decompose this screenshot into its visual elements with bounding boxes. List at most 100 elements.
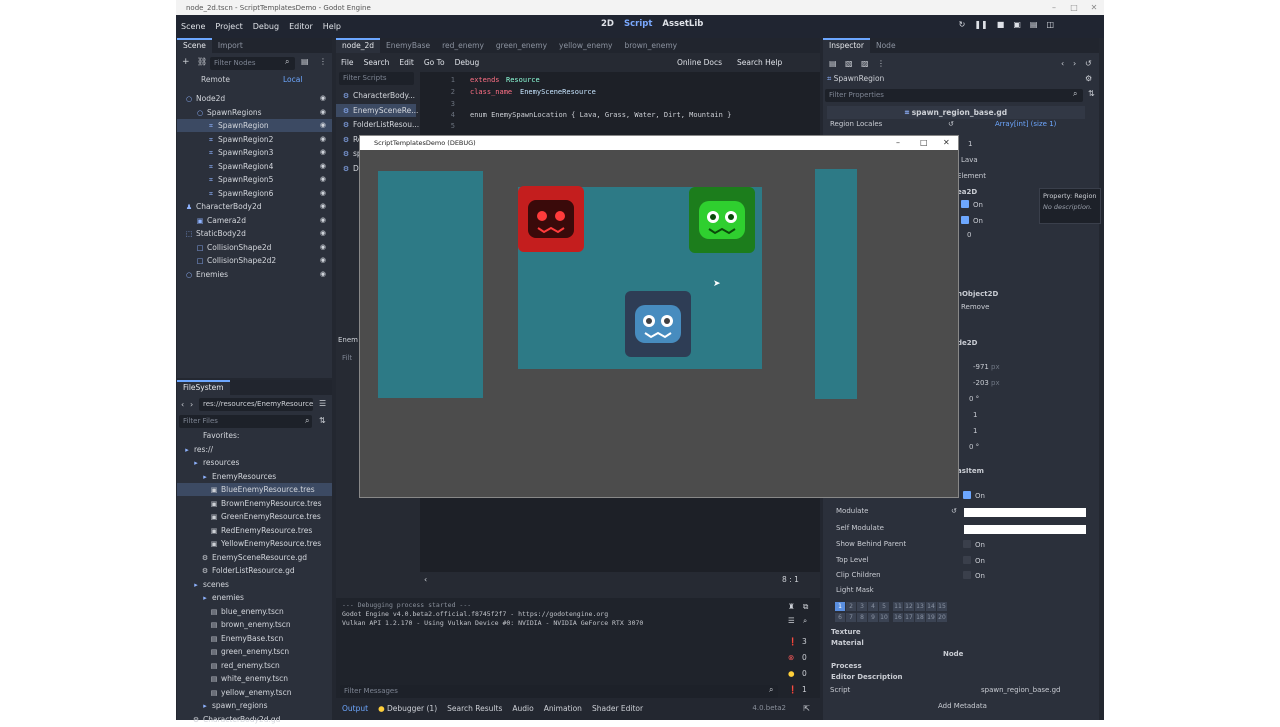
self-modulate-color[interactable] xyxy=(964,525,1086,534)
light-layer-cell[interactable]: 20 xyxy=(937,613,947,622)
visibility-icon[interactable]: ◉ xyxy=(320,173,326,186)
position-y[interactable]: -203 xyxy=(973,379,989,387)
open-resource-icon[interactable]: ▧ xyxy=(845,59,853,68)
disable-mode-select[interactable]: Remove xyxy=(961,303,989,311)
script-list-item[interactable]: ⚙ FolderListResou... xyxy=(336,118,419,131)
revert-icon[interactable]: ↺ xyxy=(948,120,954,128)
menu-dots-icon[interactable]: ⋮ xyxy=(877,59,885,68)
scene-node[interactable]: ⌗ SpawnRegion3 ◉ xyxy=(177,146,332,159)
scene-node[interactable]: ○ Enemies ◉ xyxy=(177,268,332,281)
movie-icon[interactable]: ◫ xyxy=(1046,20,1054,29)
visibility-icon[interactable]: ◉ xyxy=(320,214,326,227)
search-icon[interactable]: ⌕ xyxy=(803,616,807,626)
search-help-button[interactable]: Search Help xyxy=(732,58,787,67)
tab-inspector[interactable]: Inspector xyxy=(823,38,870,53)
tab-debugger[interactable]: ● Debugger (1) xyxy=(378,704,437,713)
file-item[interactable]: ▤ EnemyBase.tscn xyxy=(177,632,332,645)
file-item[interactable]: ▤ blue_enemy.tscn xyxy=(177,605,332,618)
visibility-icon[interactable]: ◉ xyxy=(320,133,326,146)
tab-scene[interactable]: Scene xyxy=(177,38,212,53)
play-scene-icon[interactable]: ▣ xyxy=(1013,20,1021,29)
close-icon[interactable]: ✕ xyxy=(1084,3,1104,12)
light-layer-cell[interactable]: 13 xyxy=(915,602,925,611)
visibility-icon[interactable]: ◉ xyxy=(320,241,326,254)
visibility-icon[interactable]: ◉ xyxy=(320,187,326,200)
visibility-icon[interactable]: ◉ xyxy=(320,160,326,173)
light-layer-cell[interactable]: 4 xyxy=(868,602,878,611)
script-value[interactable]: spawn_region_base.gd xyxy=(981,686,1060,694)
forward-icon[interactable]: › xyxy=(190,400,193,409)
scene-node[interactable]: ⌗ SpawnRegion6 ◉ xyxy=(177,187,332,200)
top-level-toggle[interactable]: On xyxy=(963,556,985,565)
filter-properties-input[interactable]: Filter Properties xyxy=(825,89,1083,102)
revert-icon[interactable]: ↺ xyxy=(951,507,957,515)
menu-dots-icon[interactable]: ⋮ xyxy=(319,57,327,66)
file-item[interactable]: ▸ scenes xyxy=(177,578,332,591)
script-tab[interactable]: red_enemy xyxy=(436,38,490,53)
script-tab[interactable]: green_enemy xyxy=(490,38,553,53)
visibility-icon[interactable]: ◉ xyxy=(320,92,326,105)
menu-debug[interactable]: Debug xyxy=(248,22,284,31)
close-icon[interactable]: ✕ xyxy=(943,136,950,150)
light-layer-cell[interactable]: 15 xyxy=(937,602,947,611)
tab-output[interactable]: Output xyxy=(342,704,368,713)
monitoring-toggle[interactable]: On xyxy=(961,200,983,209)
process-section[interactable]: Process xyxy=(831,662,862,670)
light-layer-cell[interactable]: 10 xyxy=(879,613,889,622)
visibility-icon[interactable]: ◉ xyxy=(320,146,326,159)
menu-editor[interactable]: Editor xyxy=(284,22,318,31)
tab-node[interactable]: Node xyxy=(870,38,902,53)
save-resource-icon[interactable]: ▨ xyxy=(861,59,869,68)
script-icon[interactable]: ▤ xyxy=(301,57,309,66)
script-tab[interactable]: brown_enemy xyxy=(618,38,683,53)
script-menu-debug[interactable]: Debug xyxy=(450,58,485,67)
file-item[interactable]: ▤ white_enemy.tscn xyxy=(177,672,332,685)
light-layer-cell[interactable]: 11 xyxy=(893,602,903,611)
script-menu-edit[interactable]: Edit xyxy=(394,58,419,67)
local-button[interactable]: Local xyxy=(283,75,302,84)
error-icon[interactable]: ⊗ xyxy=(788,653,794,662)
menu-help[interactable]: Help xyxy=(318,22,346,31)
visibility-icon[interactable]: ◉ xyxy=(320,227,326,240)
maximize-icon[interactable]: □ xyxy=(1064,3,1084,12)
tab-filesystem[interactable]: FileSystem xyxy=(177,380,230,395)
material-section[interactable]: Material xyxy=(831,639,864,647)
scene-node[interactable]: □ CollisionShape2d2 ◉ xyxy=(177,254,332,267)
visibility-icon[interactable]: ◉ xyxy=(320,119,326,132)
visibility-icon[interactable]: ◉ xyxy=(320,268,326,281)
scene-node[interactable]: □ CollisionShape2d ◉ xyxy=(177,241,332,254)
file-item[interactable]: ▣ GreenEnemyResource.tres xyxy=(177,510,332,523)
script-menu-file[interactable]: File xyxy=(336,58,359,67)
editor-icon[interactable]: ❗ xyxy=(788,685,797,694)
new-resource-icon[interactable]: ▤ xyxy=(829,59,837,68)
tab-shader-editor[interactable]: Shader Editor xyxy=(592,704,643,713)
scene-node[interactable]: ⬚ StaticBody2d ◉ xyxy=(177,227,332,240)
back-icon[interactable]: ‹ xyxy=(1061,59,1064,68)
clear-icon[interactable]: ♜ xyxy=(788,602,795,611)
file-item[interactable]: ▸ res:// xyxy=(177,443,332,456)
file-item[interactable]: ▸ EnemyResources xyxy=(177,470,332,483)
light-layer-cell[interactable]: 7 xyxy=(846,613,856,622)
history-icon[interactable]: ↺ xyxy=(1085,59,1092,68)
file-item[interactable]: ▤ green_enemy.tscn xyxy=(177,645,332,658)
settings-icon[interactable]: ⚙ xyxy=(1085,74,1092,83)
file-item[interactable]: ▣ RedEnemyResource.tres xyxy=(177,524,332,537)
file-item[interactable]: ▣ YellowEnemyResource.tres xyxy=(177,537,332,550)
workspace-script[interactable]: Script xyxy=(624,19,652,29)
tab-audio[interactable]: Audio xyxy=(512,704,533,713)
file-item[interactable]: ⚙ EnemySceneResource.gd xyxy=(177,551,332,564)
scene-node[interactable]: ○ SpawnRegions ◉ xyxy=(177,106,332,119)
light-layer-cell[interactable]: 3 xyxy=(857,602,867,611)
modulate-color[interactable] xyxy=(964,508,1086,517)
file-item[interactable]: ⚙ CharacterBody2d.gd xyxy=(177,713,332,726)
rotation-value[interactable]: 0 ° xyxy=(969,395,979,403)
layout-icon[interactable]: ⇱ xyxy=(803,704,810,713)
light-layer-cell[interactable]: 16 xyxy=(893,613,903,622)
show-behind-toggle[interactable]: On xyxy=(963,540,985,549)
script-list-item[interactable]: ⚙ CharacterBody... xyxy=(336,89,416,102)
light-layer-cell[interactable]: 9 xyxy=(868,613,878,622)
visibility-icon[interactable]: ◉ xyxy=(320,254,326,267)
back-icon[interactable]: ‹ xyxy=(181,400,184,409)
tab-search-results[interactable]: Search Results xyxy=(447,704,502,713)
add-node-icon[interactable]: + xyxy=(182,57,190,67)
